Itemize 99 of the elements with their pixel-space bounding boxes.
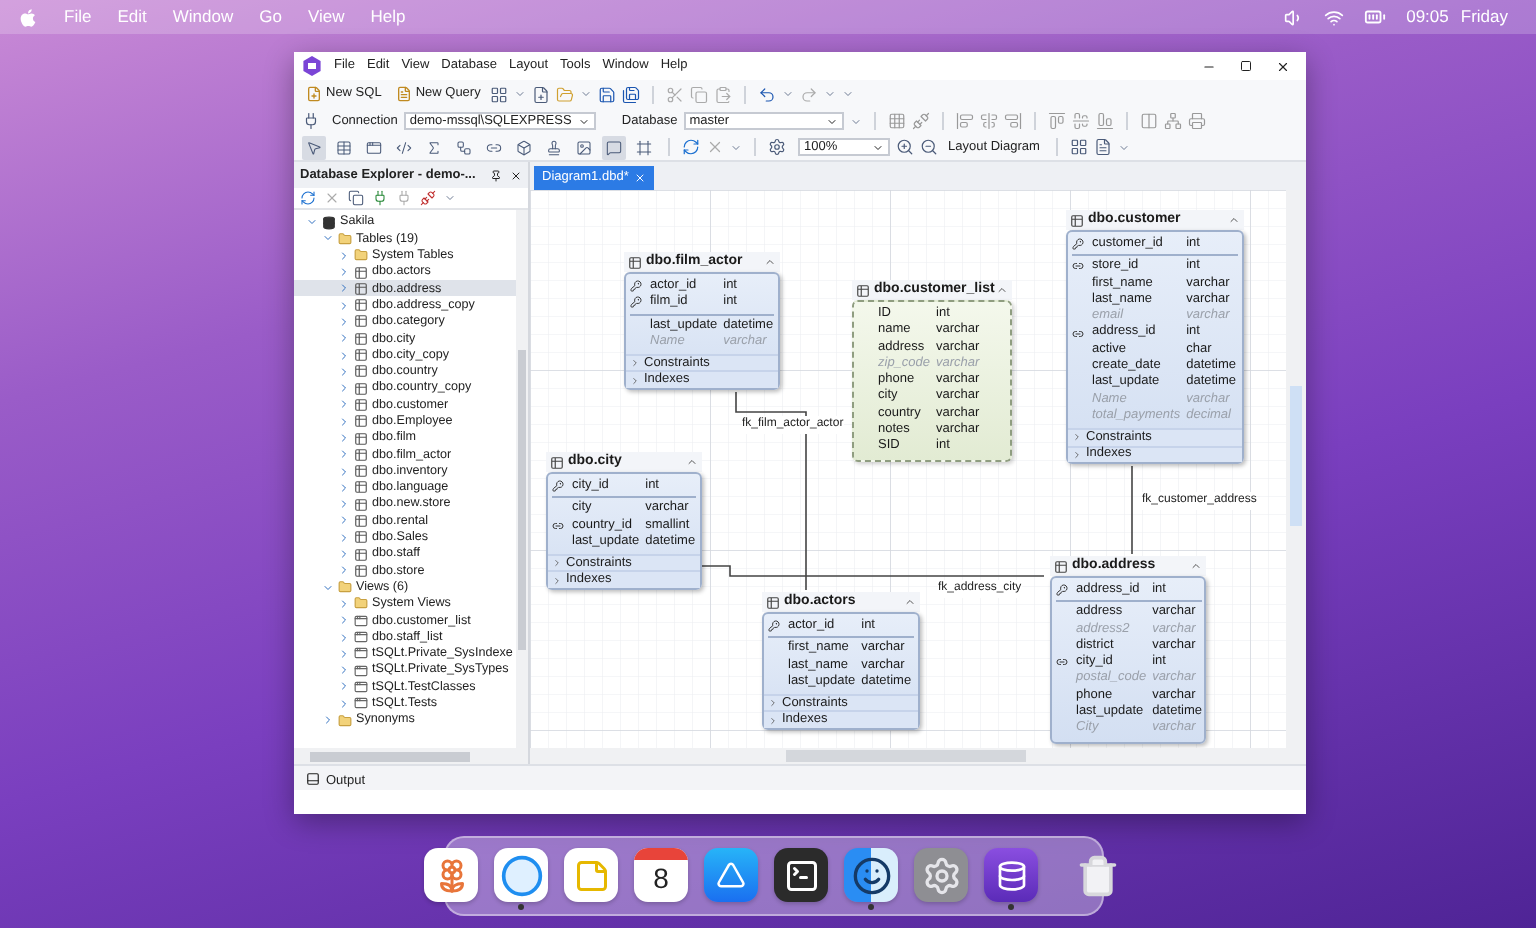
code-icon (396, 139, 412, 155)
frame-tool[interactable] (632, 135, 656, 159)
collapse-caret-icon[interactable] (1190, 560, 1202, 572)
collapse-caret-icon[interactable] (996, 284, 1008, 296)
save-icon[interactable] (598, 85, 617, 103)
unplug-icon[interactable] (911, 112, 930, 130)
redo-icon[interactable] (800, 85, 819, 103)
pointer-icon (306, 139, 322, 155)
collapse-caret-icon[interactable] (1228, 214, 1240, 226)
zoom-out-icon[interactable] (920, 138, 938, 156)
relationship-line[interactable] (1131, 465, 1133, 555)
cut-icon[interactable] (666, 85, 685, 103)
clock-time: 09:05 (1406, 4, 1449, 30)
caret-icon[interactable] (1117, 141, 1130, 153)
network-icon[interactable] (1163, 112, 1182, 130)
caret-icon[interactable] (782, 88, 795, 100)
database-icon (322, 215, 336, 230)
align-top-icon[interactable] (1047, 112, 1066, 130)
table-icon (1054, 559, 1068, 573)
frame-icon (636, 139, 652, 155)
zoom-in-icon[interactable] (896, 138, 914, 156)
stamp-tool[interactable] (542, 135, 566, 159)
relationship-line[interactable] (701, 565, 1045, 577)
wifi-icon[interactable] (1324, 7, 1345, 27)
note-tool[interactable] (602, 135, 626, 159)
new-file-icon (306, 86, 322, 102)
box-tool[interactable] (512, 135, 536, 159)
table-icon (336, 139, 352, 155)
paste-icon[interactable] (714, 85, 733, 103)
table-icon (628, 255, 642, 269)
window-icon (366, 139, 382, 155)
save-all-icon[interactable] (622, 85, 641, 103)
settings-icon[interactable] (768, 138, 786, 156)
align-bottom-icon[interactable] (1095, 112, 1114, 130)
smiling-face-app-icon[interactable] (844, 848, 898, 902)
align-left-icon[interactable] (955, 112, 974, 130)
caret-icon[interactable] (730, 141, 742, 153)
plug-icon[interactable] (302, 112, 320, 130)
settings-app-icon[interactable] (914, 848, 968, 902)
caret-icon[interactable] (580, 88, 593, 100)
align-center-icon[interactable] (979, 112, 998, 130)
notes-app-icon[interactable] (564, 848, 618, 902)
maximize-icon[interactable] (1240, 60, 1252, 72)
stamp-icon (546, 139, 562, 155)
scrollbar[interactable] (530, 748, 1306, 764)
scrollbar[interactable] (516, 210, 528, 748)
caret-icon[interactable] (514, 88, 527, 100)
triangle-app-icon[interactable] (704, 848, 758, 902)
printer-icon[interactable] (1187, 112, 1206, 130)
table-tool[interactable] (332, 135, 356, 159)
unplug-icon[interactable] (420, 190, 436, 206)
calendar-date: 8 (653, 860, 669, 896)
note-icon (606, 139, 622, 155)
copy-icon[interactable] (348, 190, 364, 206)
clock-day: Friday (1460, 4, 1508, 30)
table-icon (856, 283, 870, 297)
sigma-icon (426, 139, 442, 155)
refresh-icon[interactable] (682, 138, 700, 156)
pin-icon[interactable] (490, 169, 502, 181)
refresh-icon[interactable] (300, 190, 316, 206)
flower-app-icon[interactable] (424, 848, 478, 902)
table-icon (766, 595, 780, 609)
plug-icon[interactable] (372, 190, 388, 206)
document-icon (395, 86, 412, 102)
folder-icon (338, 713, 352, 728)
database-app-icon[interactable] (984, 848, 1038, 902)
calendar-app-icon[interactable]: 8 (634, 848, 688, 902)
align-right-icon[interactable] (1003, 112, 1022, 130)
terminal-app-icon[interactable] (774, 848, 828, 902)
relation-icon (456, 139, 472, 155)
table-icon (1070, 213, 1084, 227)
caret-icon (577, 115, 590, 127)
grid-icon[interactable] (1069, 138, 1088, 156)
caret-icon (872, 141, 884, 153)
volume-icon[interactable] (1284, 7, 1305, 27)
collapse-caret-icon[interactable] (764, 256, 776, 268)
undo-icon[interactable] (758, 85, 777, 103)
caret-icon[interactable] (444, 192, 456, 204)
columns-icon[interactable] (1139, 112, 1158, 130)
align-middle-icon[interactable] (1071, 112, 1090, 130)
close-icon[interactable] (510, 169, 522, 181)
scrollbar[interactable] (294, 748, 528, 764)
new-file-icon[interactable] (532, 85, 551, 103)
compass-app-icon[interactable] (494, 848, 548, 902)
grid-icon[interactable] (490, 85, 509, 103)
image-icon (576, 139, 592, 155)
collapse-caret-icon[interactable] (686, 456, 698, 468)
table-icon (550, 455, 564, 469)
battery-icon[interactable] (1364, 6, 1387, 28)
pointer-tool[interactable] (302, 135, 326, 159)
apple-logo-icon[interactable] (18, 7, 38, 27)
image-tool[interactable] (572, 135, 596, 159)
document-icon[interactable] (1093, 138, 1112, 156)
output-panel-icon[interactable] (306, 772, 320, 786)
collapse-caret-icon[interactable] (904, 596, 916, 608)
link-icon (486, 139, 502, 155)
relation-tool[interactable] (452, 135, 476, 159)
box-icon (516, 139, 532, 155)
close-icon[interactable] (1276, 59, 1290, 73)
